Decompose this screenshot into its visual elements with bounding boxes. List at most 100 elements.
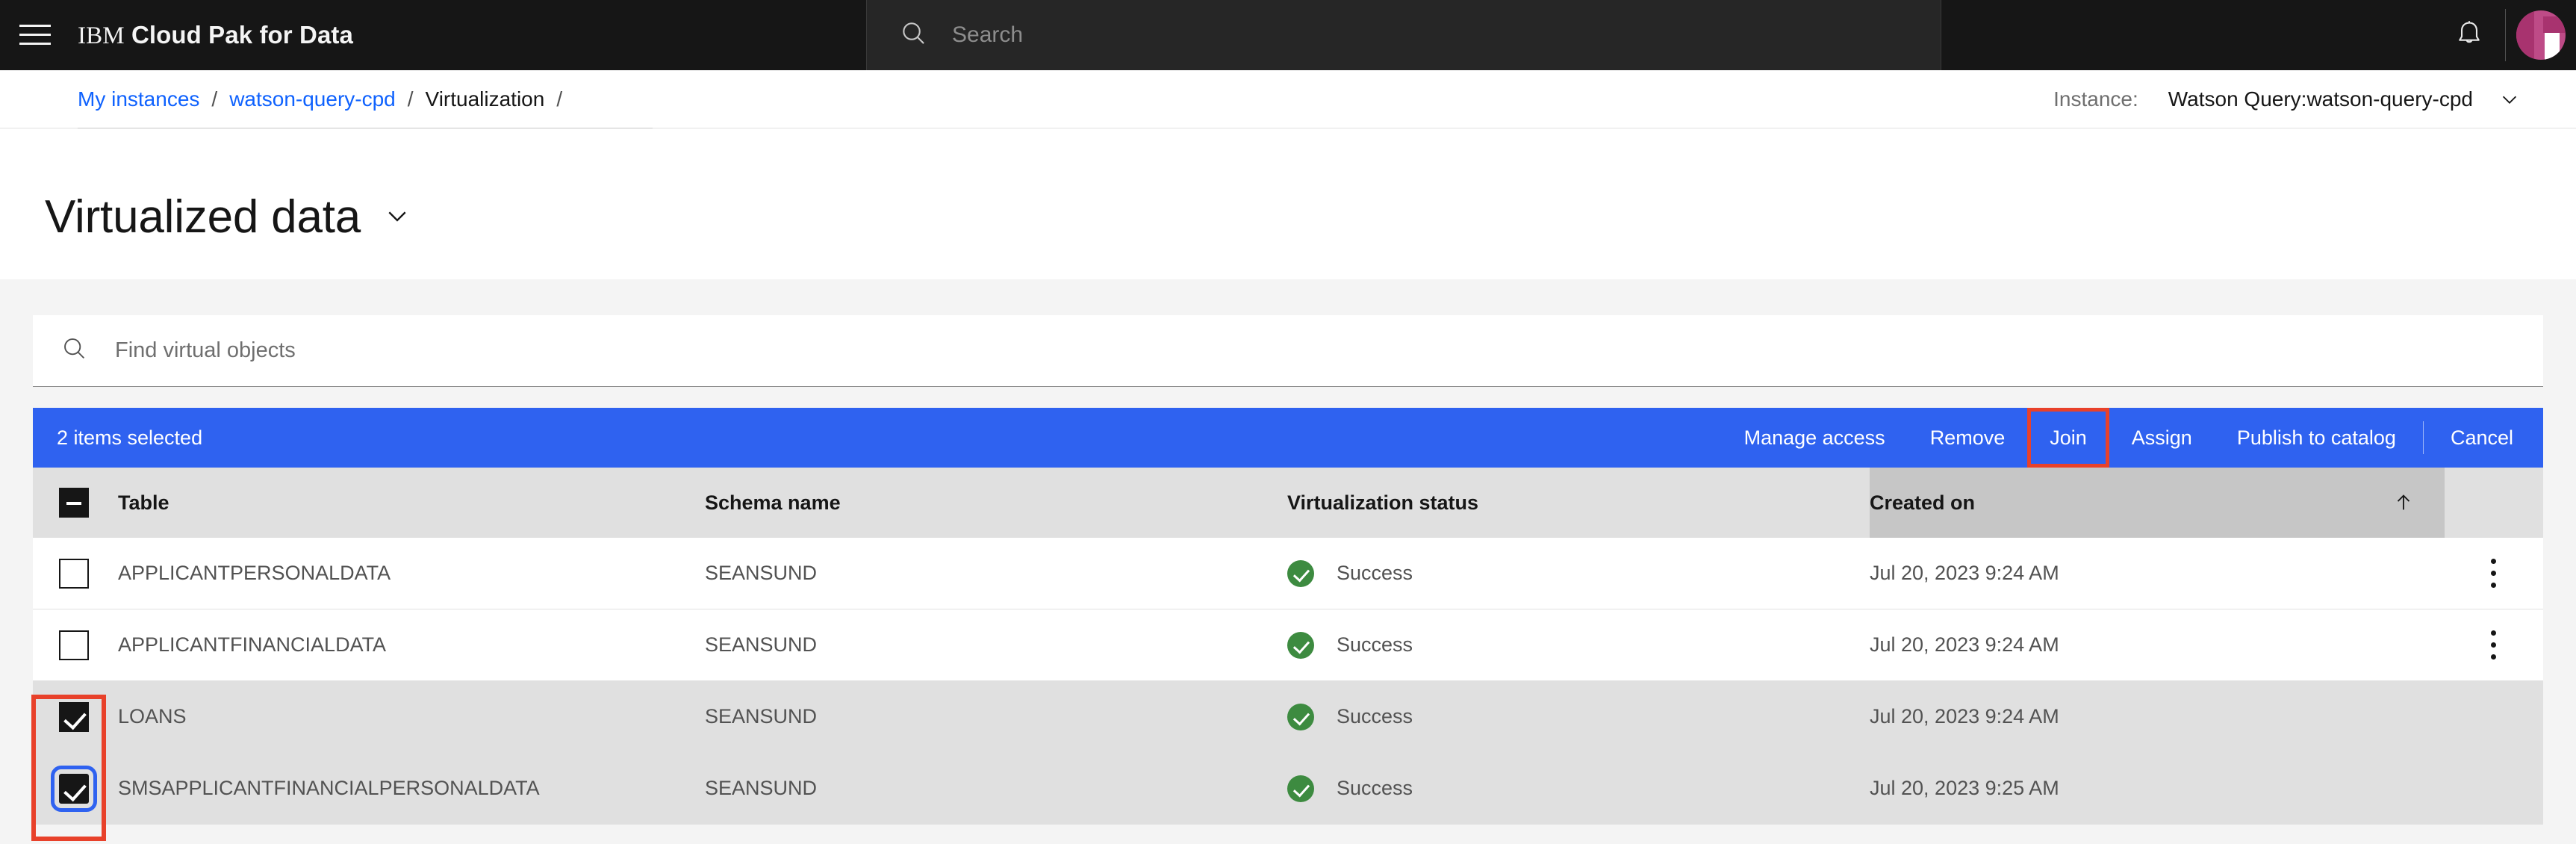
instance-label: Instance: (2053, 87, 2138, 111)
row-overflow-menu-button[interactable] (2445, 753, 2543, 824)
global-search-placeholder: Search (952, 22, 1024, 47)
column-header-overflow (2445, 468, 2543, 538)
row-checkbox[interactable] (33, 609, 115, 680)
page-title-group[interactable]: Virtualized data (45, 194, 411, 241)
checkbox-checked-icon (59, 701, 89, 732)
find-virtual-objects-toolbar[interactable]: Find virtual objects (33, 315, 2543, 387)
checkmark-filled-icon (1287, 631, 1314, 659)
row-overflow-menu-button[interactable] (2445, 609, 2543, 680)
table-row[interactable]: APPLICANTFINANCIALDATA SEANSUND Success … (33, 609, 2543, 681)
batch-actions-divider (2422, 421, 2424, 454)
column-header-created-on-label: Created on (1870, 491, 1976, 514)
created-on-value: Jul 20, 2023 9:24 AM (1870, 562, 2059, 584)
row-checkbox[interactable] (33, 538, 115, 609)
row-overflow-menu-button[interactable] (2445, 538, 2543, 609)
virtualized-data-table: Table Schema name Virtualization status … (33, 468, 2543, 825)
overflow-menu-icon (2491, 557, 2497, 590)
search-icon (61, 335, 88, 366)
status-label: Success (1337, 633, 1413, 656)
checkmark-filled-icon (1287, 703, 1314, 730)
join-button[interactable]: Join (2027, 408, 2109, 468)
batch-actions-group: Manage access Remove Join Assign Publish… (1722, 408, 2543, 468)
search-icon (900, 19, 928, 52)
column-header-table[interactable]: Table (115, 491, 705, 515)
page-title-band: Virtualized data (0, 128, 2576, 279)
breadcrumb: My instances / watson-query-cpd / Virtua… (78, 70, 574, 128)
checkmark-filled-icon (1287, 775, 1314, 802)
column-header-virtualization-status[interactable]: Virtualization status (1287, 491, 1870, 515)
breadcrumb-separator-trailing: / (556, 87, 563, 111)
search-input-placeholder[interactable]: Find virtual objects (88, 338, 296, 363)
row-checkbox[interactable] (33, 753, 115, 824)
cell-table-name: SMSAPPLICANTFINANCIALPERSONALDATA (118, 777, 540, 799)
checkmark-filled-icon (1287, 559, 1314, 587)
status-label: Success (1337, 705, 1413, 727)
cell-status: Success (1287, 775, 1870, 802)
column-header-schema-name[interactable]: Schema name (705, 491, 1287, 515)
status-label: Success (1337, 777, 1413, 799)
batch-action-bar: 2 items selected Manage access Remove Jo… (33, 408, 2543, 468)
table-header-row: Table Schema name Virtualization status … (33, 468, 2543, 538)
table-row[interactable]: SMSAPPLICANTFINANCIALPERSONALDATA SEANSU… (33, 753, 2543, 825)
breadcrumb-item-virtualization: Virtualization (425, 87, 545, 111)
table-row[interactable]: LOANS SEANSUND Success Jul 20, 2023 9:24… (33, 681, 2543, 753)
breadcrumb-bar: My instances / watson-query-cpd / Virtua… (0, 70, 2576, 128)
avatar-shape-top (2543, 16, 2566, 33)
notification-bell-icon (2454, 18, 2485, 53)
chevron-down-icon[interactable] (383, 202, 411, 234)
cell-schema-name: SEANSUND (705, 633, 818, 656)
cell-status: Success (1287, 703, 1870, 730)
cell-status: Success (1287, 559, 1870, 587)
hamburger-menu-icon (19, 23, 51, 47)
brand-name: Cloud Pak for Data (131, 20, 353, 49)
cell-created-on: Jul 20, 2023 9:25 AM (1870, 753, 2445, 824)
row-overflow-menu-button[interactable] (2445, 681, 2543, 752)
checkbox-indeterminate-icon (59, 488, 89, 518)
remove-button[interactable]: Remove (1908, 408, 2028, 468)
table-row[interactable]: APPLICANTPERSONALDATA SEANSUND Success J… (33, 538, 2543, 609)
global-header: IBM Cloud Pak for Data Search (0, 0, 2576, 70)
hamburger-menu-button[interactable] (0, 0, 70, 70)
cell-table-name: APPLICANTPERSONALDATA (118, 562, 391, 584)
column-header-created-on[interactable]: Created on (1870, 468, 2445, 538)
breadcrumb-separator: / (211, 87, 218, 111)
cell-created-on: Jul 20, 2023 9:24 AM (1870, 538, 2445, 609)
cell-table-name: LOANS (118, 705, 187, 727)
manage-access-button[interactable]: Manage access (1722, 408, 1908, 468)
status-label: Success (1337, 562, 1413, 584)
brand-title[interactable]: IBM Cloud Pak for Data (70, 21, 353, 50)
overflow-menu-icon (2491, 629, 2497, 662)
avatar-shape-left (2516, 10, 2534, 60)
instance-value: Watson Query:watson-query-cpd (2168, 87, 2473, 111)
cell-schema-name: SEANSUND (705, 705, 818, 727)
breadcrumb-separator: / (407, 87, 414, 111)
notifications-button[interactable] (2434, 0, 2504, 70)
created-on-value: Jul 20, 2023 9:24 AM (1870, 633, 2059, 656)
avatar[interactable] (2516, 10, 2566, 60)
header-divider (2505, 9, 2506, 61)
breadcrumb-item-watson-query-cpd[interactable]: watson-query-cpd (229, 87, 396, 111)
instance-selector[interactable]: Instance: Watson Query:watson-query-cpd (2053, 70, 2521, 128)
arrow-up-icon (2392, 491, 2415, 514)
publish-to-catalog-button[interactable]: Publish to catalog (2215, 408, 2418, 468)
chevron-down-icon (2473, 88, 2521, 111)
cell-schema-name: SEANSUND (705, 777, 818, 799)
created-on-value: Jul 20, 2023 9:24 AM (1870, 705, 2059, 727)
checkbox-checked-icon (51, 765, 97, 812)
global-search-field[interactable]: Search (866, 0, 1941, 70)
assign-button[interactable]: Assign (2109, 408, 2215, 468)
cell-schema-name: SEANSUND (705, 562, 818, 584)
selected-count-label: 2 items selected (57, 426, 203, 449)
select-all-checkbox[interactable] (33, 468, 115, 538)
checkbox-unchecked-icon (59, 558, 89, 589)
page-title: Virtualized data (45, 191, 361, 243)
avatar-shape-bar (2545, 33, 2560, 60)
row-checkbox[interactable] (33, 681, 115, 752)
brand-prefix: IBM (78, 22, 125, 49)
cancel-button[interactable]: Cancel (2428, 408, 2536, 468)
created-on-value: Jul 20, 2023 9:25 AM (1870, 777, 2059, 799)
cell-table-name: APPLICANTFINANCIALDATA (118, 633, 387, 656)
breadcrumb-item-my-instances[interactable]: My instances (78, 87, 199, 111)
checkbox-unchecked-icon (59, 630, 89, 660)
cell-created-on: Jul 20, 2023 9:24 AM (1870, 681, 2445, 752)
